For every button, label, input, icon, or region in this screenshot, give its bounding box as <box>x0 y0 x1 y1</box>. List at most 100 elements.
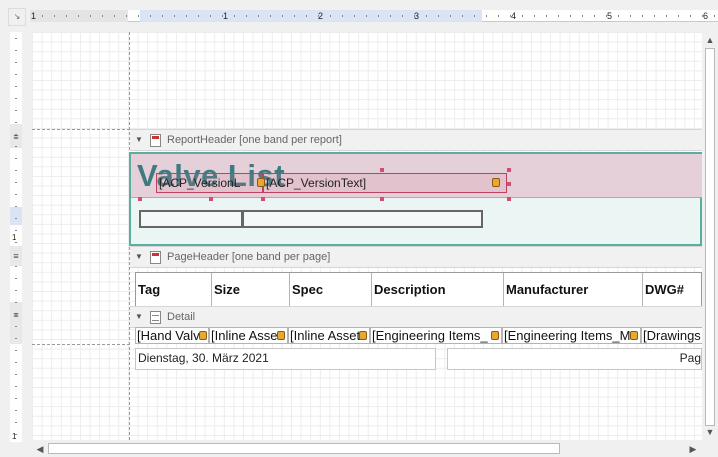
detail-row[interactable]: [Hand Valv [Inline Asse [Inline Asset [E… <box>135 327 702 344</box>
table-cell[interactable] <box>141 212 241 226</box>
smart-tag-icon[interactable] <box>277 331 285 340</box>
detail-cell[interactable]: [Drawings <box>641 327 702 344</box>
ruler-tick <box>15 338 17 339</box>
detail-cell[interactable]: [Inline Asset <box>288 327 370 344</box>
ruler-tick <box>15 206 17 207</box>
smart-tag-icon[interactable] <box>257 178 265 187</box>
ruler-tick <box>210 15 211 17</box>
selection-handle[interactable] <box>507 182 511 186</box>
page-header-band-caption[interactable]: ▼ PageHeader [one band per page] <box>130 246 702 268</box>
horizontal-scrollbar[interactable]: ◀ ▶ <box>32 440 702 457</box>
ruler-tick <box>582 15 583 17</box>
report-header-band-icon <box>150 134 161 147</box>
smart-tag-icon[interactable] <box>359 331 367 340</box>
design-surface[interactable]: ▼ ReportHeader [one band per report] Val… <box>32 32 702 440</box>
ruler-tick <box>138 15 139 17</box>
ruler-tick <box>558 15 559 17</box>
ruler-tick <box>678 15 679 17</box>
detail-cell[interactable]: [Inline Asse <box>209 327 288 344</box>
smart-tag-icon[interactable] <box>199 331 207 340</box>
vertical-scroll-thumb[interactable] <box>705 48 715 426</box>
band-collapse-icon[interactable]: ≡ <box>11 251 21 261</box>
detail-cell[interactable]: [Engineering Items_M <box>502 327 641 344</box>
ruler-tick <box>570 15 571 17</box>
ruler-tick <box>342 15 343 17</box>
selection-handle[interactable] <box>380 168 384 172</box>
ruler-tick <box>15 350 17 351</box>
detail-cell[interactable]: [Hand Valv <box>135 327 209 344</box>
table-cell[interactable] <box>241 212 481 226</box>
ruler-tick <box>438 15 439 17</box>
horizontal-ruler[interactable]: 1 1 2 3 4 5 6 <box>30 10 718 22</box>
scroll-up-icon[interactable]: ▲ <box>703 33 717 47</box>
smart-tag-icon[interactable] <box>491 331 499 340</box>
ruler-tick <box>282 15 283 17</box>
version-text-field[interactable]: [ACP_VersionText] <box>263 173 507 193</box>
ruler-corner-icon[interactable]: ↘ <box>8 8 26 26</box>
detail-band-caption[interactable]: ▼ Detail <box>130 306 702 328</box>
ruler-tick <box>54 15 55 17</box>
selection-handle[interactable] <box>507 197 511 201</box>
horizontal-scroll-thumb[interactable] <box>48 443 560 454</box>
selection-handle[interactable] <box>209 197 213 201</box>
ruler-tick <box>15 170 17 171</box>
ruler-tick <box>15 134 17 135</box>
ruler-number: 1 <box>223 11 229 21</box>
ruler-tick <box>15 314 17 315</box>
ruler-tick <box>654 15 655 17</box>
ruler-tick <box>258 15 259 17</box>
smart-tag-icon[interactable] <box>492 178 500 187</box>
column-header[interactable]: Spec <box>290 273 372 306</box>
scrollbar-corner <box>702 440 718 457</box>
scroll-left-icon[interactable]: ◀ <box>33 442 47 456</box>
ruler-tick <box>306 15 307 17</box>
ruler-tick <box>594 15 595 17</box>
date-field[interactable]: Dienstag, 30. März 2021 <box>135 348 436 370</box>
vertical-ruler[interactable]: ≡ ≡ ≡ 1 1 <box>10 32 22 442</box>
ruler-tick <box>15 254 17 255</box>
page-header-table[interactable]: Tag Size Spec Description Manufacturer D… <box>135 272 702 307</box>
ruler-tick <box>15 110 17 111</box>
detail-cell[interactable]: [Engineering Items_ <box>370 327 502 344</box>
column-header[interactable]: Tag <box>136 273 212 306</box>
ruler-number: 1 <box>12 233 17 242</box>
selection-handle[interactable] <box>138 197 142 201</box>
ruler-tick <box>474 15 475 17</box>
ruler-tick <box>15 74 17 75</box>
report-header-band-caption[interactable]: ▼ ReportHeader [one band per report] <box>130 129 702 151</box>
report-header-band[interactable]: Valve List [ACP_VersionL [ACP_VersionTex… <box>129 152 702 246</box>
collapse-triangle-icon[interactable]: ▼ <box>135 307 143 327</box>
ruler-tick <box>15 38 17 39</box>
band-collapse-icon[interactable]: ≡ <box>11 310 21 320</box>
detail-cell-text: [Inline Asset <box>290 328 361 343</box>
collapse-triangle-icon[interactable]: ▼ <box>135 247 143 267</box>
ruler-number: 4 <box>511 11 517 21</box>
smart-tag-icon[interactable] <box>630 331 638 340</box>
column-header[interactable]: Manufacturer <box>504 273 643 306</box>
ruler-tick <box>15 362 17 363</box>
bottom-margin-line <box>32 344 130 345</box>
vertical-scrollbar[interactable]: ▲ ▼ <box>702 32 718 440</box>
selection-handle[interactable] <box>261 197 265 201</box>
column-header[interactable]: DWG# <box>643 273 702 306</box>
ruler-tick <box>378 15 379 17</box>
report-designer: ↘ 1 1 2 3 4 5 6 ≡ ≡ ≡ 1 1 ▼ ReportHeader… <box>0 0 718 457</box>
column-header[interactable]: Size <box>212 273 290 306</box>
ruler-tick <box>15 62 17 63</box>
page-number-field[interactable]: Pag <box>447 348 702 370</box>
column-header[interactable]: Description <box>372 273 504 306</box>
ruler-number: 5 <box>607 11 613 21</box>
ruler-tick <box>15 398 17 399</box>
ruler-segment <box>10 344 22 442</box>
version-label-field[interactable]: [ACP_VersionL <box>156 173 263 193</box>
selection-handle[interactable] <box>507 168 511 172</box>
selection-handle[interactable] <box>380 197 384 201</box>
scroll-down-icon[interactable]: ▼ <box>703 425 717 439</box>
ruler-tick <box>366 15 367 17</box>
collapse-triangle-icon[interactable]: ▼ <box>135 130 143 150</box>
ruler-segment <box>10 266 22 302</box>
report-header-table[interactable] <box>139 210 483 228</box>
scroll-right-icon[interactable]: ▶ <box>686 442 700 456</box>
ruler-tick <box>174 15 175 17</box>
ruler-tick <box>498 15 499 17</box>
